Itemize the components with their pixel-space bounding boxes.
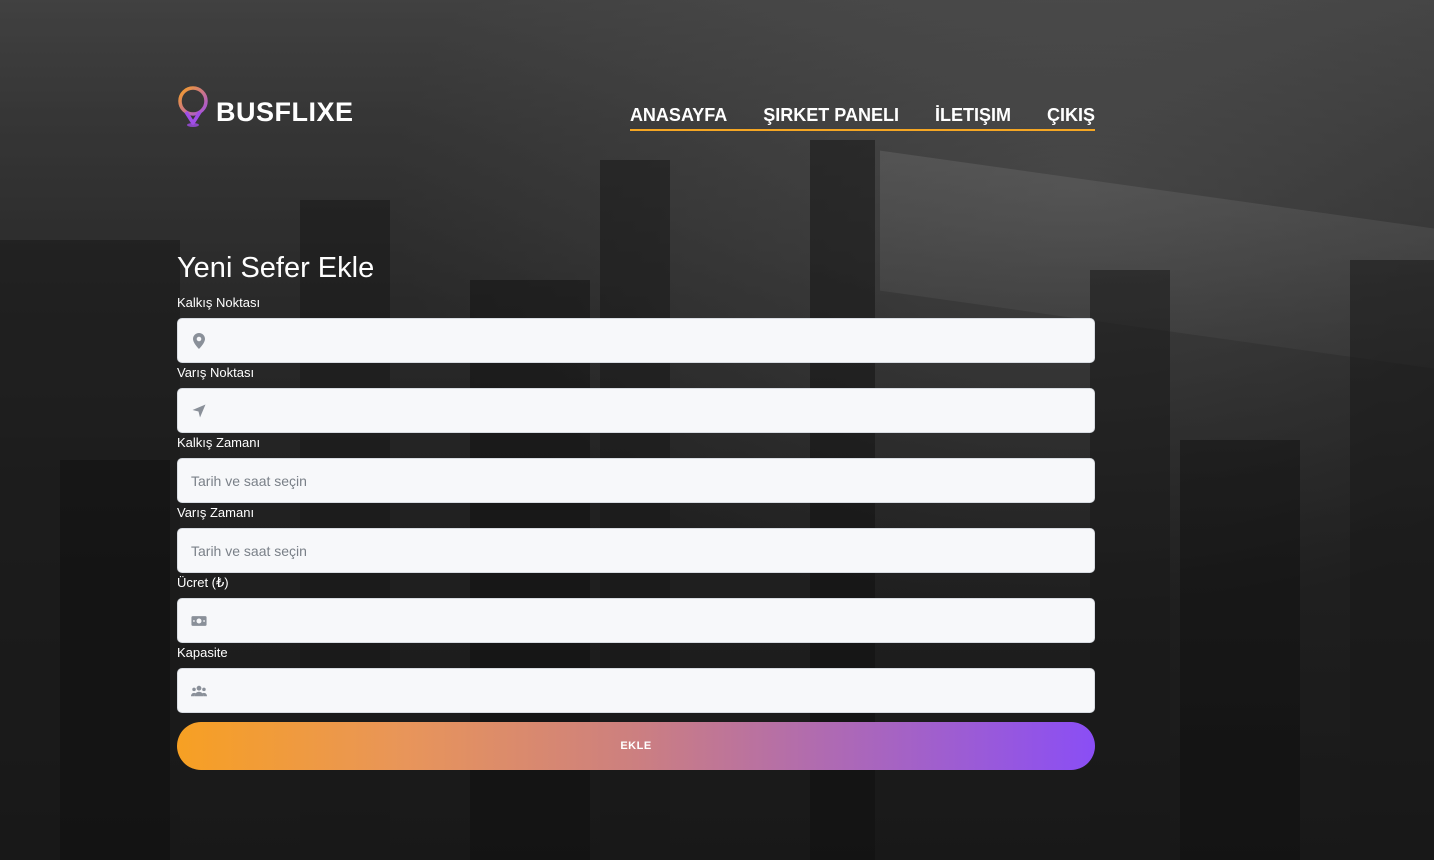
price-label: Ücret (₺): [177, 575, 229, 590]
price-field[interactable]: [177, 598, 1095, 643]
nav-logout[interactable]: ÇIKIŞ: [1047, 105, 1095, 126]
map-pin-icon: [177, 85, 209, 129]
map-marker-icon: [191, 332, 207, 349]
location-arrow-icon: [191, 403, 207, 419]
departure-time-input[interactable]: [191, 472, 1094, 489]
users-icon: [191, 683, 207, 699]
departure-time-label: Kalkış Zamanı: [177, 435, 261, 450]
arrival-time-input[interactable]: [191, 542, 1094, 559]
nav-company-panel[interactable]: ŞIRKET PANELI: [763, 105, 899, 126]
arrival-time-label: Varış Zamanı: [177, 505, 255, 520]
site-header: BUSFLIXE ANASAYFA ŞIRKET PANELI İLETIŞIM…: [177, 85, 1095, 133]
price-input[interactable]: [217, 612, 1094, 629]
departure-point-input[interactable]: [216, 332, 1094, 349]
nav-contact[interactable]: İLETIŞIM: [935, 105, 1011, 126]
add-button[interactable]: EKLE: [177, 722, 1095, 770]
nav-home[interactable]: ANASAYFA: [630, 105, 727, 126]
arrival-point-field[interactable]: [177, 388, 1095, 433]
page-title: Yeni Sefer Ekle: [177, 252, 375, 284]
brand-name: BUSFLIXE: [216, 97, 354, 127]
brand-logo[interactable]: BUSFLIXE: [177, 85, 354, 129]
departure-time-field[interactable]: [177, 458, 1095, 503]
main-nav: ANASAYFA ŞIRKET PANELI İLETIŞIM ÇIKIŞ: [629, 105, 1095, 131]
departure-point-field[interactable]: [177, 318, 1095, 363]
arrival-time-field[interactable]: [177, 528, 1095, 573]
capacity-field[interactable]: [177, 668, 1095, 713]
money-bill-icon: [191, 613, 207, 629]
arrival-point-label: Varış Noktası: [177, 365, 255, 380]
arrival-point-input[interactable]: [216, 402, 1094, 419]
capacity-input[interactable]: [217, 682, 1094, 699]
departure-point-label: Kalkış Noktası: [177, 295, 261, 310]
capacity-label: Kapasite: [177, 645, 228, 660]
add-trip-form: Kalkış Noktası Varış Noktası Kalkış Zama…: [177, 294, 1095, 770]
